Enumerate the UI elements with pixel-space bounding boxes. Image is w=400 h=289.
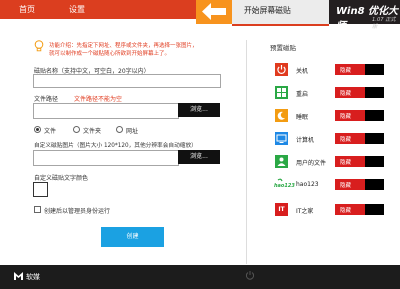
- computer-icon: [275, 132, 288, 145]
- preset-item-label: 重启: [296, 91, 309, 98]
- tab-active-indicator: [232, 24, 329, 26]
- ruanmei-logo-icon: [14, 272, 23, 280]
- text-color-label: 自定义磁贴文字颜色: [34, 175, 89, 182]
- sleep-icon: [275, 109, 288, 122]
- hao123-icon: hao123: [274, 178, 295, 191]
- tile-image-browse-button[interactable]: 浏览...: [178, 150, 220, 164]
- back-button[interactable]: [196, 0, 232, 24]
- footer-brand: 软媒: [26, 273, 40, 281]
- preset-item-label: 睡眠: [296, 114, 309, 121]
- restart-icon: [275, 86, 288, 99]
- file-path-label: 文件路径: [34, 96, 59, 103]
- panel-divider: [246, 40, 247, 264]
- power-icon[interactable]: [245, 270, 255, 280]
- preset-toggle-user-files[interactable]: 隐藏: [335, 156, 384, 167]
- preset-tiles-title: 预置磁贴: [270, 44, 296, 52]
- back-arrow-icon: [202, 3, 226, 20]
- file-path-input[interactable]: [33, 103, 179, 119]
- preset-toggle-hao123[interactable]: 隐藏: [335, 179, 384, 190]
- run-as-admin-checkbox[interactable]: [34, 206, 41, 213]
- hao123-logo-text: hao123: [274, 183, 295, 189]
- intro-text-line1: 功能介绍：先指定下网址、程序或文件夹，再选择一张图片，: [49, 43, 198, 49]
- user-files-icon: [275, 155, 288, 168]
- nav-settings[interactable]: 设置: [69, 4, 85, 15]
- radio-folder[interactable]: [73, 126, 80, 133]
- intro-text-line2: 就可以制作成一个磁贴随心所欲到开始屏幕上了。: [49, 51, 171, 57]
- tile-image-label: 自定义磁贴图片（图片大小 120*120，其他分辨率会自动缩放）: [34, 143, 197, 149]
- nav-home[interactable]: 首页: [19, 4, 35, 15]
- ithome-icon: IT: [275, 203, 288, 216]
- preset-toggle-power[interactable]: 隐藏: [335, 64, 384, 75]
- preset-toggle-sleep[interactable]: 隐藏: [335, 110, 384, 121]
- preset-item-label: 用户的文件: [296, 160, 327, 167]
- lightbulb-icon: [34, 40, 44, 52]
- preset-toggle-restart[interactable]: 隐藏: [335, 87, 384, 98]
- run-as-admin-label: 创建后以管理员身份运行: [44, 208, 111, 215]
- preset-item-label: IT之家: [296, 208, 314, 215]
- file-path-error: 文件路径不能为空: [74, 96, 123, 103]
- tab-start-screen-label: 开始屏幕磁贴: [244, 6, 291, 15]
- preset-item-label: 计算机: [296, 137, 315, 144]
- preset-item-label: hao123: [296, 181, 319, 188]
- radio-folder-label: 文件夹: [83, 128, 102, 135]
- product-version: 1.07 正式版: [372, 17, 396, 30]
- preset-toggle-ithome[interactable]: 隐藏: [335, 204, 384, 215]
- tile-name-input[interactable]: [33, 74, 221, 88]
- radio-file[interactable]: [34, 126, 41, 133]
- power-icon: [275, 63, 288, 76]
- preset-toggle-computer[interactable]: 隐藏: [335, 133, 384, 144]
- create-button[interactable]: 创建: [101, 227, 164, 247]
- radio-file-label: 文件: [44, 128, 57, 135]
- text-color-swatch[interactable]: [33, 182, 48, 197]
- preset-item-label: 关机: [296, 68, 309, 75]
- file-path-browse-button[interactable]: 浏览...: [178, 103, 220, 117]
- tile-image-input[interactable]: [33, 150, 179, 166]
- radio-url-label: 网址: [126, 128, 139, 135]
- footer-bar: [0, 265, 400, 289]
- radio-url[interactable]: [116, 126, 123, 133]
